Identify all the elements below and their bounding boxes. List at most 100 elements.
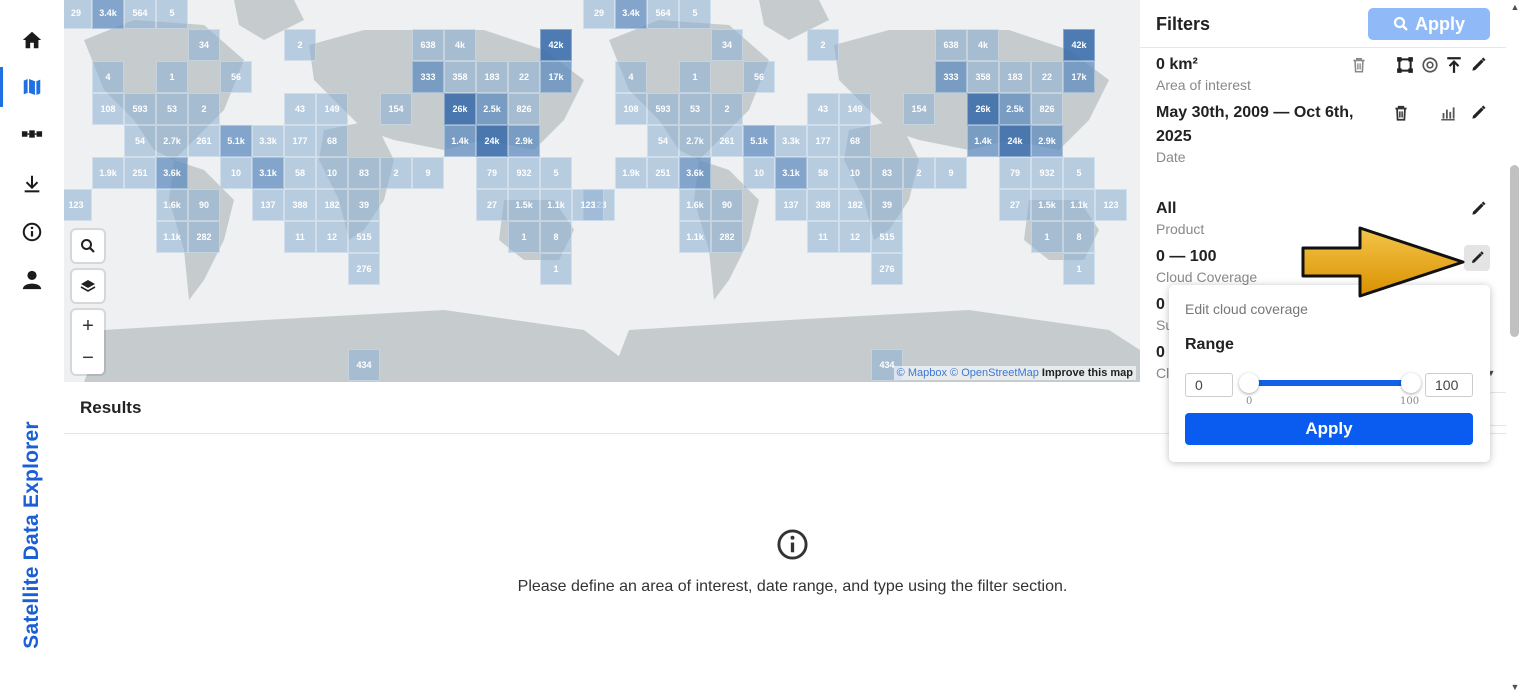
grid-tile[interactable]: 515	[348, 221, 380, 253]
grid-tile[interactable]: 2.7k	[679, 125, 711, 157]
edit-date-icon[interactable]	[1469, 104, 1487, 122]
grid-tile[interactable]: 137	[252, 189, 284, 221]
grid-tile[interactable]: 29	[64, 0, 92, 29]
range-min-thumb[interactable]	[1239, 373, 1259, 393]
improve-map-link[interactable]: Improve this map	[1042, 367, 1133, 379]
grid-tile[interactable]: 182	[839, 189, 871, 221]
grid-tile[interactable]: 333	[935, 61, 967, 93]
map-view[interactable]: 29 29 3.4k 3.4k 564 564 5 5 34 34 2 2 638 638 4k 4k 42k 4…	[64, 0, 1140, 382]
histogram-icon[interactable]	[1439, 104, 1457, 122]
range-slider-track[interactable]	[1248, 380, 1411, 386]
grid-tile[interactable]: 42k	[540, 29, 572, 61]
grid-tile[interactable]: 1.1k	[679, 221, 711, 253]
grid-tile[interactable]: 68	[316, 125, 348, 157]
trash-icon[interactable]	[1392, 104, 1410, 122]
grid-tile[interactable]: 182	[316, 189, 348, 221]
grid-tile[interactable]: 4	[615, 61, 647, 93]
grid-tile[interactable]: 123	[572, 189, 604, 221]
nav-download[interactable]	[0, 162, 64, 206]
grid-tile[interactable]: 54	[647, 125, 679, 157]
grid-tile[interactable]: 282	[188, 221, 220, 253]
grid-tile[interactable]: 26k	[444, 93, 476, 125]
grid-tile[interactable]: 276	[348, 253, 380, 285]
grid-tile[interactable]: 1.9k	[92, 157, 124, 189]
grid-tile[interactable]: 1	[508, 221, 540, 253]
page-scrollbar[interactable]	[1506, 0, 1535, 694]
grid-tile[interactable]: 12	[316, 221, 348, 253]
nav-account[interactable]	[0, 258, 64, 302]
grid-tile[interactable]: 154	[903, 93, 935, 125]
scrollbar-thumb[interactable]	[1510, 165, 1519, 337]
grid-tile[interactable]: 251	[647, 157, 679, 189]
grid-tile[interactable]: 5.1k	[220, 125, 252, 157]
grid-tile[interactable]: 5	[540, 157, 572, 189]
grid-tile[interactable]: 2.9k	[508, 125, 540, 157]
grid-tile[interactable]: 56	[743, 61, 775, 93]
draw-rectangle-icon[interactable]	[1396, 56, 1414, 74]
grid-tile[interactable]: 638	[935, 29, 967, 61]
grid-tile[interactable]: 932	[1031, 157, 1063, 189]
grid-tile[interactable]: 358	[967, 61, 999, 93]
nav-satellite[interactable]	[0, 112, 64, 156]
grid-tile[interactable]: 83	[348, 157, 380, 189]
grid-tile[interactable]: 388	[807, 189, 839, 221]
grid-tile[interactable]: 2	[188, 93, 220, 125]
grid-tile[interactable]: 8	[1063, 221, 1095, 253]
grid-tile[interactable]: 1.5k	[1031, 189, 1063, 221]
grid-tile[interactable]: 17k	[1063, 61, 1095, 93]
grid-tile[interactable]: 27	[476, 189, 508, 221]
popover-apply-button[interactable]: Apply	[1185, 413, 1473, 445]
grid-tile[interactable]: 90	[711, 189, 743, 221]
grid-tile[interactable]: 10	[316, 157, 348, 189]
apply-filters-button[interactable]: Apply	[1368, 8, 1490, 40]
grid-tile[interactable]: 177	[807, 125, 839, 157]
grid-tile[interactable]: 90	[188, 189, 220, 221]
grid-tile[interactable]: 1	[1063, 253, 1095, 285]
grid-tile[interactable]: 29	[583, 0, 615, 29]
grid-tile[interactable]: 1.5k	[508, 189, 540, 221]
grid-tile[interactable]: 39	[871, 189, 903, 221]
range-max-input[interactable]: 100	[1425, 373, 1473, 397]
mapbox-attribution-link[interactable]: © Mapbox	[897, 367, 947, 379]
grid-tile[interactable]: 34	[711, 29, 743, 61]
map-search-button[interactable]	[72, 230, 104, 262]
grid-tile[interactable]: 2	[807, 29, 839, 61]
grid-tile[interactable]: 27	[999, 189, 1031, 221]
grid-tile[interactable]: 932	[508, 157, 540, 189]
grid-tile[interactable]: 5	[1063, 157, 1095, 189]
grid-tile[interactable]: 2	[380, 157, 412, 189]
grid-tile[interactable]: 53	[156, 93, 188, 125]
grid-tile[interactable]: 3.4k	[615, 0, 647, 29]
grid-tile[interactable]: 11	[807, 221, 839, 253]
grid-tile[interactable]: 42k	[1063, 29, 1095, 61]
grid-tile[interactable]: 593	[647, 93, 679, 125]
grid-tile[interactable]: 1	[1031, 221, 1063, 253]
grid-tile[interactable]: 56	[220, 61, 252, 93]
grid-tile[interactable]: 154	[380, 93, 412, 125]
grid-tile[interactable]: 54	[124, 125, 156, 157]
grid-tile[interactable]: 1	[156, 61, 188, 93]
grid-tile[interactable]: 26k	[967, 93, 999, 125]
grid-tile[interactable]: 34	[188, 29, 220, 61]
grid-tile[interactable]: 9	[412, 157, 444, 189]
grid-tile[interactable]: 2.5k	[999, 93, 1031, 125]
grid-tile[interactable]: 43	[807, 93, 839, 125]
grid-tile[interactable]: 1.4k	[967, 125, 999, 157]
grid-tile[interactable]: 8	[540, 221, 572, 253]
grid-tile[interactable]: 11	[284, 221, 316, 253]
grid-tile[interactable]: 2.5k	[476, 93, 508, 125]
grid-tile[interactable]: 3.6k	[156, 157, 188, 189]
grid-tile[interactable]: 68	[839, 125, 871, 157]
grid-tile[interactable]: 108	[92, 93, 124, 125]
grid-tile[interactable]: 149	[316, 93, 348, 125]
grid-tile[interactable]: 10	[743, 157, 775, 189]
grid-tile[interactable]: 12	[839, 221, 871, 253]
upload-icon[interactable]	[1445, 56, 1463, 74]
grid-tile[interactable]: 1.1k	[156, 221, 188, 253]
scroll-up-arrow[interactable]: ▲	[1508, 2, 1522, 12]
grid-tile[interactable]: 434	[348, 349, 380, 381]
grid-tile[interactable]: 1.6k	[679, 189, 711, 221]
grid-tile[interactable]: 9	[935, 157, 967, 189]
range-min-input[interactable]: 0	[1185, 373, 1233, 397]
grid-tile[interactable]: 1	[679, 61, 711, 93]
